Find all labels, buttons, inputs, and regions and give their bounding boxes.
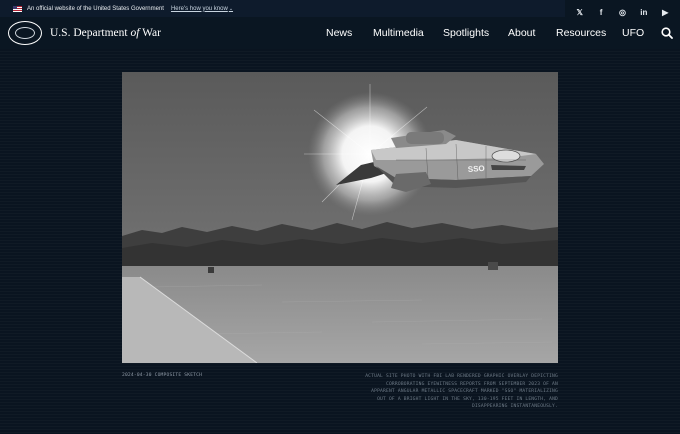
brand-name-start: U.S. Department xyxy=(50,27,131,39)
heres-how-you-know-label: Here's how you know xyxy=(170,5,228,12)
caption-line: APPARENT ANGULAR METALLIC SPACECRAFT MAR… xyxy=(371,389,558,395)
photo-caption-description: ACTUAL SITE PHOTO WITH FBI LAB RENDERED … xyxy=(330,373,558,411)
social-links: 𝕏 f ◎ in ▶ xyxy=(565,0,680,24)
caption-line: DISAPPEARING INSTANTANEOUSLY. xyxy=(471,404,558,410)
nav-ufo[interactable]: UFO xyxy=(622,27,644,39)
department-seal-logo[interactable] xyxy=(8,21,42,45)
craft-marking: SSO xyxy=(468,164,485,174)
search-icon[interactable] xyxy=(661,27,673,39)
nav-resources[interactable]: Resources xyxy=(556,27,606,39)
seal-inner-ring xyxy=(15,27,35,39)
brand-name-end: War xyxy=(139,27,161,39)
nav-multimedia[interactable]: Multimedia xyxy=(373,27,424,39)
facebook-icon[interactable]: f xyxy=(594,5,608,19)
caption-line: ACTUAL SITE PHOTO WITH FBI LAB RENDERED … xyxy=(365,374,558,379)
nav-news[interactable]: News xyxy=(326,27,352,39)
chevron-down-icon: ⌄ xyxy=(228,5,234,12)
nav-about[interactable]: About xyxy=(508,27,535,39)
caption-line: OUT OF A BRIGHT LIGHT IN THE SKY, 130-19… xyxy=(377,396,558,402)
composite-sketch-photo: SSO xyxy=(122,72,558,363)
instagram-icon[interactable]: ◎ xyxy=(615,5,629,19)
us-flag-icon xyxy=(13,5,22,12)
linkedin-icon[interactable]: in xyxy=(637,5,651,19)
caption-line: CORROBORATING EYEWITNESS REPORTS FROM SE… xyxy=(385,381,558,387)
official-site-text: An official website of the United States… xyxy=(27,5,164,12)
x-icon[interactable]: 𝕏 xyxy=(573,5,587,19)
heres-how-you-know-link[interactable]: Here's how you know⌄ xyxy=(171,6,233,12)
youtube-icon[interactable]: ▶ xyxy=(658,5,672,19)
nav-spotlights[interactable]: Spotlights xyxy=(443,27,489,39)
caption-date-label: 2024-04-30 COMPOSITE SKETCH xyxy=(122,373,203,378)
composite-sketch-image: SSO xyxy=(122,72,558,363)
site-brand[interactable]: U.S. Department of War xyxy=(50,27,161,39)
